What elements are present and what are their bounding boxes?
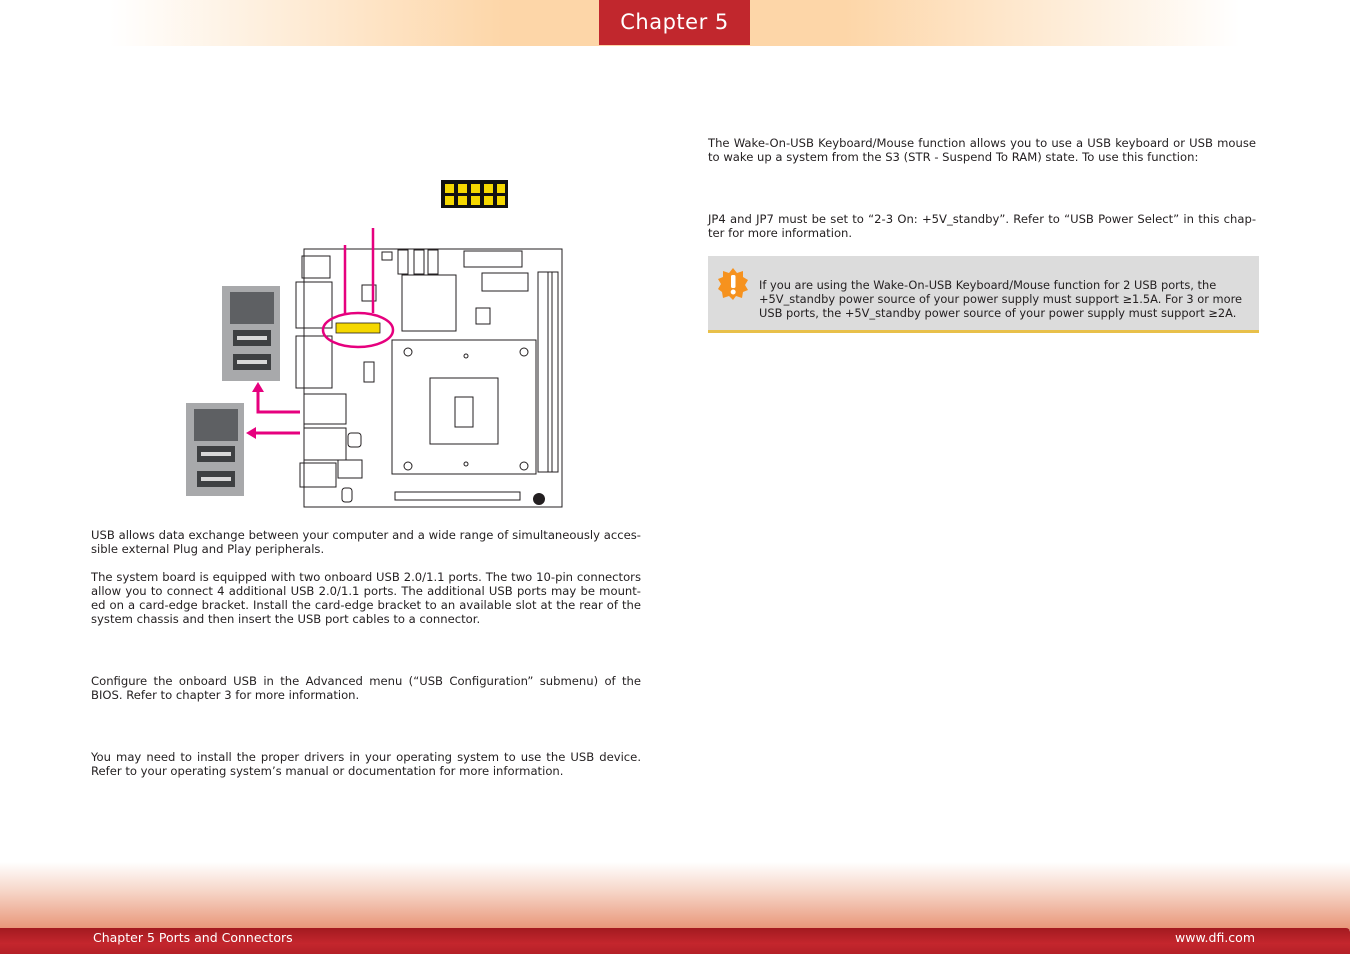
usb-connector-pinout — [441, 180, 508, 208]
usb-board-diagram — [186, 180, 563, 508]
chapter-tab: Chapter 5 — [599, 0, 750, 45]
footer-website-link[interactable]: www.dfi.com — [1175, 930, 1255, 946]
footer-band — [0, 862, 1350, 930]
bios-setting-paragraph: Configure the onboard USB in the Advance… — [91, 674, 641, 702]
important-note: If you are using the Wake-On-USB Keyboar… — [708, 256, 1259, 333]
jumper-setting-paragraph: JP4 and JP7 must be set to “2-3 On: +5V_… — [708, 212, 1256, 240]
callout-lines — [343, 228, 375, 313]
usb-intro-paragraph: USB allows data exchange between your co… — [91, 528, 641, 556]
driver-installation-paragraph: You may need to install the proper drive… — [91, 750, 641, 778]
footer-chapter-title: Chapter 5 Ports and Connectors — [93, 930, 293, 945]
rear-usb-port-module-lower — [186, 403, 244, 496]
rear-usb-port-module-upper — [222, 286, 280, 381]
motherboard-outline — [295, 248, 563, 508]
exclamation-icon — [718, 268, 748, 300]
arrow-icon — [254, 390, 300, 435]
usb-onboard-paragraph: The system board is equipped with two on… — [91, 570, 641, 626]
note-text: If you are using the Wake-On-USB Keyboar… — [759, 278, 1243, 320]
usb-header-pins — [335, 322, 381, 334]
wake-on-usb-paragraph: The Wake-On-USB Keyboard/Mouse function … — [708, 136, 1256, 164]
